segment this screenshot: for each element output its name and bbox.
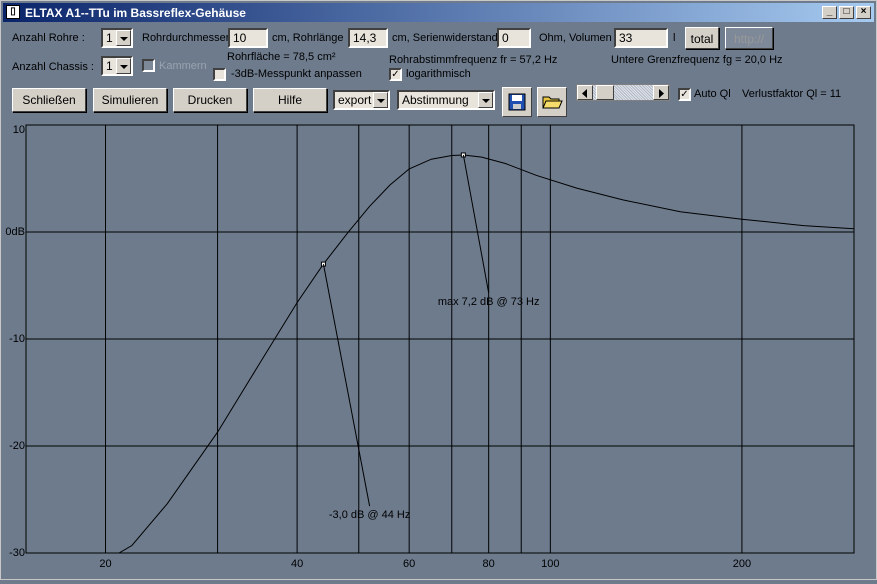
serienwiderstand-label: cm, Serienwiderstand (392, 32, 498, 44)
messpunkt-label: -3dB-Messpunkt anpassen (231, 68, 362, 80)
chevron-down-icon[interactable] (116, 58, 131, 74)
open-button[interactable] (537, 87, 567, 117)
floppy-disk-icon (508, 93, 526, 111)
auto-ql-label: Auto Ql (694, 88, 731, 100)
folder-open-icon (542, 96, 563, 109)
x-tick-label: 60 (403, 558, 415, 570)
chart-svg: 20 40 60 80 100 200 10 0dB -10 -20 -30 -3,0 dB @ 4… (5, 124, 855, 570)
drucken-button[interactable]: Drucken (173, 88, 247, 112)
x-tick-label: 20 (99, 558, 111, 570)
save-button[interactable] (502, 87, 532, 117)
abstimmung-select[interactable]: Abstimmung (397, 90, 495, 110)
rohrlaenge-label: cm, Rohrlänge (272, 32, 344, 44)
annotation-label: max 7,2 dB @ 73 Hz (438, 296, 540, 308)
y-tick-label: -10 (9, 333, 25, 345)
anzahl-chassis-value: 1 (106, 59, 113, 73)
y-tick-label: 0dB (5, 226, 25, 238)
maximize-button[interactable]: □ (839, 6, 854, 19)
rohrdurchmesser-label: Rohrdurchmesser (142, 32, 230, 44)
title-bar[interactable]: ▯ ELTAX A1--TTu im Bassreflex-Gehäuse _ … (3, 3, 874, 22)
export-select[interactable]: export (333, 90, 390, 110)
hilfe-button[interactable]: Hilfe (253, 88, 327, 112)
messpunkt-checkbox[interactable] (213, 68, 226, 81)
window-title: ELTAX A1--TTu im Bassreflex-Gehäuse (25, 6, 246, 20)
kammern-label: Kammern (159, 60, 207, 72)
schliessen-button[interactable]: Schließen (12, 88, 86, 112)
y-tick-label: -20 (9, 440, 25, 452)
verlustfaktor-text: Verlustfaktor Ql = 11 (742, 88, 842, 100)
app-icon: ▯ (6, 5, 20, 19)
anzahl-chassis-select[interactable]: 1 (101, 56, 133, 76)
chevron-down-icon[interactable] (116, 30, 131, 46)
rohrflaeche-text: Rohrfläche = 78,5 cm² (227, 51, 336, 63)
http-button[interactable]: http:// (725, 27, 773, 49)
logarithmisch-label: logarithmisch (406, 68, 471, 80)
anzahl-chassis-label: Anzahl Chassis : (12, 61, 94, 73)
x-tick-label: 80 (483, 558, 495, 570)
frequency-response-chart[interactable]: 20 40 60 80 100 200 10 0dB -10 -20 -30 -3,0 dB @ 4… (1, 119, 877, 581)
ql-slider[interactable] (576, 84, 670, 101)
anzahl-rohre-label: Anzahl Rohre : (12, 32, 85, 44)
main-window: ▯ ELTAX A1--TTu im Bassreflex-Gehäuse _ … (0, 0, 877, 580)
volumen-label: Ohm, Volumen (539, 32, 612, 44)
total-button[interactable]: total (685, 27, 719, 49)
simulieren-button[interactable]: Simulieren (93, 88, 167, 112)
logarithmisch-checkbox[interactable]: ✓ (389, 68, 402, 81)
kammern-checkbox[interactable] (142, 59, 155, 72)
export-value: export (338, 93, 372, 107)
y-tick-label: -30 (9, 547, 25, 559)
rohrlaenge-input[interactable]: 14,3 (348, 28, 388, 48)
rohrdurchmesser-input[interactable]: 10 (228, 28, 268, 48)
grenzfrequenz-text: Untere Grenzfrequenz fg = 20,0 Hz (611, 54, 783, 66)
rohrabstimmfrequenz-text: Rohrabstimmfrequenz fr = 57,2 Hz (389, 54, 558, 66)
close-button[interactable]: × (856, 6, 871, 19)
x-tick-label: 40 (291, 558, 303, 570)
serienwiderstand-input[interactable]: 0 (497, 28, 531, 48)
x-tick-label: 100 (541, 558, 559, 570)
chevron-right-icon[interactable] (653, 85, 669, 100)
x-tick-label: 200 (733, 558, 751, 570)
volumen-unit: l (673, 32, 676, 44)
annotation-label: -3,0 dB @ 44 Hz (329, 509, 410, 521)
chevron-down-icon[interactable] (373, 92, 388, 108)
abstimmung-value: Abstimmung (402, 93, 469, 107)
anzahl-rohre-value: 1 (106, 31, 113, 45)
volumen-input[interactable]: 33 (614, 28, 668, 48)
slider-thumb[interactable] (596, 85, 614, 100)
y-tick-label: 10 (13, 124, 25, 136)
chevron-left-icon[interactable] (577, 85, 593, 100)
minimize-button[interactable]: _ (822, 6, 837, 19)
chevron-down-icon[interactable] (478, 92, 493, 108)
auto-ql-checkbox[interactable]: ✓ (678, 88, 691, 101)
anzahl-rohre-select[interactable]: 1 (101, 28, 133, 48)
